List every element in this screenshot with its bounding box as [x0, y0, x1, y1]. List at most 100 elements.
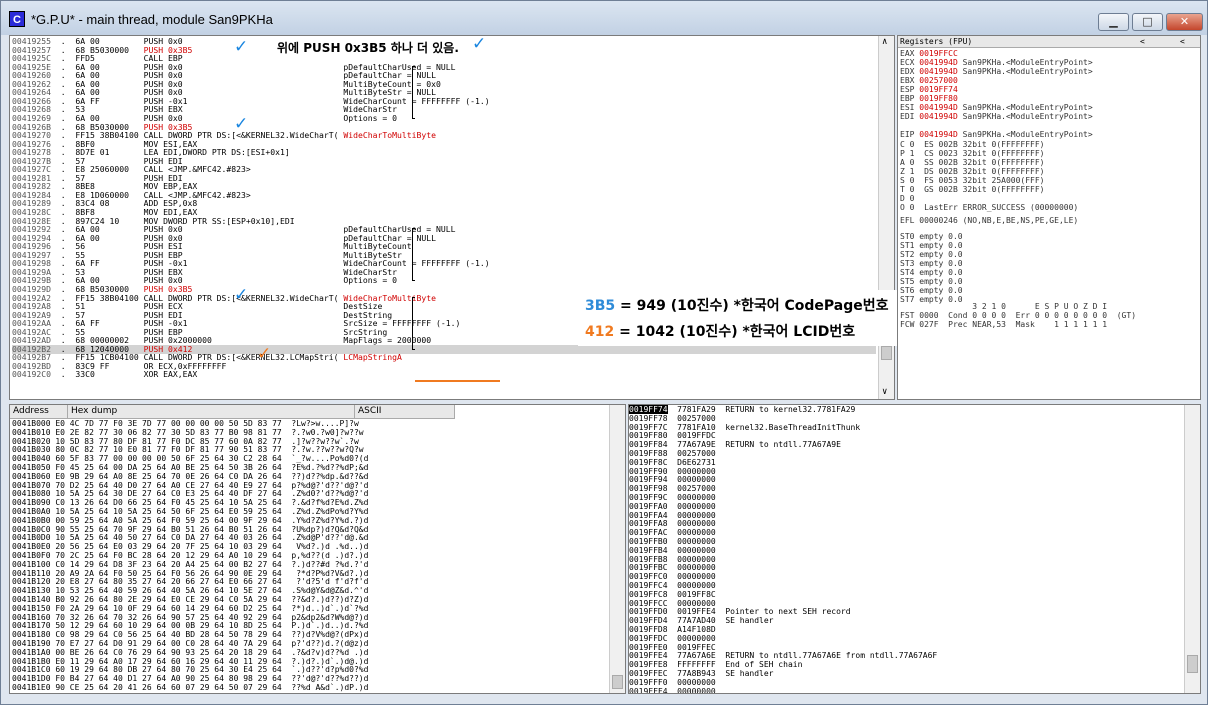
dump-hex: 10 5D 83 77 80 DF 81 77 F0 DC 85 77 60 0…	[55, 436, 292, 446]
stack-value: FFFFFFFF	[667, 660, 726, 670]
note-3b5: 3B5 = 949 (10진수) *한국어 CodePage번호	[585, 295, 889, 315]
dump-address: 0041B1E0	[12, 683, 56, 692]
dump-address: 0041B070	[12, 480, 56, 490]
flag-row[interactable]: Z 1 DS 002B 32bit 0(FFFFFFFF)	[900, 167, 1078, 176]
stack-address: 0019FFEC	[629, 669, 668, 678]
nav-back-icon[interactable]: <	[1180, 36, 1185, 48]
register-row[interactable]: EBP 0019FF80	[900, 94, 1093, 103]
dump-ascii: ?E%d.?%d??%dP;&d	[291, 463, 369, 472]
stack-address: 0019FFD8	[629, 625, 668, 634]
fpu-bits-header: 3 2 1 0 E S P U O Z D I	[900, 302, 1108, 311]
register-row[interactable]: EBX 00257000	[900, 76, 1093, 85]
stack-value: 00000000	[667, 677, 726, 687]
stack-row[interactable]: 0019FFF4 00000000	[629, 686, 1182, 694]
stack-value: 00000000	[667, 493, 726, 502]
register-comment: San9PKHa.<ModuleEntryPoint>	[957, 58, 1093, 67]
flag-row[interactable]: S 0 FS 0053 32bit 25A000(FFF)	[900, 176, 1078, 185]
dump-ascii: p?'d??)d.?(d@z)d	[291, 639, 369, 648]
flag-row[interactable]: D 0	[900, 194, 1078, 203]
bracket	[412, 228, 415, 282]
register-row[interactable]: EDX 0041994D San9PKHa.<ModuleEntryPoint>	[900, 67, 1093, 76]
dump-ascii: ?*d?P%d?V&d?.)d	[291, 568, 369, 578]
disasm-gutter: .	[50, 369, 76, 380]
flag-row[interactable]: P 1 CS 0023 32bit 0(FFFFFFFF)	[900, 149, 1078, 158]
dump-ascii: ??)d??%dp.&d??&d	[291, 471, 369, 481]
col-ascii[interactable]: ASCII	[355, 405, 455, 419]
dump-ascii: ?'d?5'd f'd?f'd	[291, 577, 369, 587]
flag-row[interactable]: C 0 ES 002B 32bit 0(FFFFFFFF)	[900, 140, 1078, 149]
fpu-register-row: ST3 empty 0.0	[900, 259, 963, 268]
dump-address: 0041B0E0	[12, 542, 56, 552]
stack-scroll-thumb[interactable]	[1187, 655, 1198, 673]
stack-value: 00257000	[667, 484, 726, 494]
stack-value: 00257000	[667, 413, 726, 423]
stack-value: 0019FFDC	[667, 431, 726, 441]
dump-hex: 00 59 25 64 A0 5A 25 64 F0 59 25 64 00 9…	[55, 515, 292, 525]
stack-address: 0019FF80	[629, 431, 668, 441]
register-value: 00257000	[919, 76, 958, 85]
flag-list: C 0 ES 002B 32bit 0(FFFFFFFF) P 1 CS 0023…	[900, 140, 1078, 212]
register-value: 0041994D	[919, 58, 958, 67]
dump-address: 0041B0C0	[12, 524, 56, 534]
flag-row[interactable]: A 0 SS 002B 32bit 0(FFFFFFFF)	[900, 158, 1078, 167]
disasm-scroll-thumb[interactable]	[881, 346, 892, 360]
register-comment: San9PKHa.<ModuleEntryPoint>	[957, 112, 1093, 121]
register-row[interactable]: EIP 0041994D San9PKHa.<ModuleEntryPoint>	[900, 130, 1093, 139]
disasm-row[interactable]: 004192C0 . 33C0 XOR EAX,EAX	[12, 370, 876, 379]
stack-address: 0019FF84	[629, 440, 668, 450]
underline-lcmap	[415, 380, 500, 382]
stack-address: 0019FFF4	[629, 686, 668, 694]
registers-pane[interactable]: Registers (FPU) < < EAX 0019FFCC ECX 004…	[897, 35, 1201, 400]
dump-address: 0041B080	[12, 489, 56, 499]
dump-ascii: ??)d?V%d@?(dPx)d	[291, 630, 369, 640]
col-address[interactable]: Address	[10, 405, 68, 419]
disasm-comment: MapFlags = 2000000	[343, 335, 432, 346]
dump-hex: E0 2E 82 77 30 06 82 77 30 5D 83 77 B0 9…	[55, 427, 292, 437]
stack-value: 00000000	[667, 545, 726, 555]
stack-value: 77A7AD40	[667, 616, 726, 626]
stack-value: 0019FFE4	[667, 607, 726, 617]
scroll-up-icon[interactable]: ∧	[882, 37, 887, 47]
dump-row[interactable]: 0041B1E0 90 CE 25 64 20 41 26 64 60 07 2…	[12, 683, 607, 693]
fpu-register-row: ST4 empty 0.0	[900, 268, 963, 277]
dump-hex: 50 12 29 64 60 10 29 64 00 0B 29 64 10 8…	[55, 621, 292, 631]
fpu-stack-list: ST0 empty 0.0 ST1 empty 0.0 ST2 empty 0.0 S…	[900, 232, 963, 304]
flag-row[interactable]: T 0 GS 002B 32bit 0(FFFFFFFF)	[900, 185, 1078, 194]
register-name: EBX	[900, 76, 920, 85]
dump-scroll-thumb[interactable]	[612, 675, 623, 689]
dump-address: 0041B190	[12, 639, 56, 648]
col-hex[interactable]: Hex dump	[68, 405, 355, 419]
register-comment: San9PKHa.<ModuleEntryPoint>	[957, 103, 1093, 112]
register-row[interactable]: ECX 0041994D San9PKHa.<ModuleEntryPoint>	[900, 58, 1093, 67]
hex-dump-pane[interactable]: Address Hex dump ASCII 0041B000 E0 4C 7D…	[9, 404, 626, 694]
maximize-icon[interactable]: □	[1132, 13, 1163, 31]
stack-scrollbar[interactable]	[1184, 405, 1200, 693]
dump-hex: F0 45 25 64 00 DA 25 64 A0 BE 25 64 50 3…	[55, 463, 292, 472]
scroll-down-icon[interactable]: ∨	[882, 387, 887, 397]
stack-pane[interactable]: 0019FF74 7781FA29 RETURN to kernel32.778…	[628, 404, 1201, 694]
register-value: 0019FFCC	[919, 49, 958, 58]
stack-value: 00000000	[667, 466, 726, 476]
register-name: ESI	[900, 103, 920, 112]
nav-back-icon[interactable]: <	[1140, 36, 1145, 48]
stack-value: 7781FA10	[667, 422, 726, 432]
register-comment	[958, 76, 963, 85]
stack-value: 77A67A9E	[667, 440, 726, 450]
fpu-register-row: ST1 empty 0.0	[900, 241, 963, 250]
disasm-address: 004192C0	[12, 369, 51, 380]
minimize-icon[interactable]: ▁	[1098, 13, 1129, 31]
stack-address: 0019FFC4	[629, 581, 668, 590]
dump-scrollbar[interactable]	[609, 405, 625, 693]
dump-ascii: .Z%d@P'd??'d@.&d	[291, 533, 369, 543]
stack-comment: SE handler	[725, 669, 774, 678]
stack-address: 0019FF88	[629, 449, 668, 458]
fpu-register-row: ST6 empty 0.0	[900, 286, 963, 295]
register-row[interactable]: EDI 0041994D San9PKHa.<ModuleEntryPoint>	[900, 112, 1093, 121]
register-row[interactable]: ESI 0041994D San9PKHa.<ModuleEntryPoint>	[900, 103, 1093, 112]
close-icon[interactable]: ✕	[1166, 13, 1203, 31]
register-row[interactable]: EAX 0019FFCC	[900, 49, 1093, 58]
register-row[interactable]	[900, 121, 1093, 130]
dump-address: 0041B010	[12, 427, 56, 437]
register-row[interactable]: ESP 0019FF74	[900, 85, 1093, 94]
flag-row[interactable]: O 0 LastErr ERROR_SUCCESS (00000000)	[900, 203, 1078, 212]
